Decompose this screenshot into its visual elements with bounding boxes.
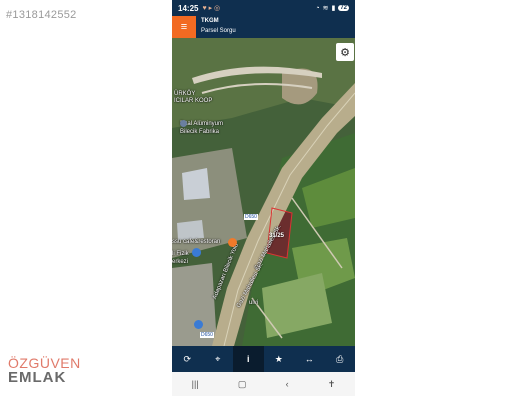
watermark-line2: EMLAK: [8, 369, 67, 386]
toolbar-info-button[interactable]: i: [233, 346, 264, 372]
app-title: TKGM: [201, 18, 219, 24]
refresh-icon: ⟳: [183, 353, 192, 364]
satellite-map[interactable]: ⚙ ÜRKÖY ICILAR KOOP Dzal Alüminyum Bilec…: [172, 38, 355, 346]
listing-id: #1318142552: [6, 9, 77, 21]
poi-pin-icon[interactable]: [194, 320, 203, 329]
restaurant-pin-icon[interactable]: [228, 238, 237, 247]
phone-screen: 14:25 ♥ ▸ ◎ ◔ ≋ ▮ 72 ≡ TKGM Parsel Sorgu: [172, 0, 355, 396]
factory-pin-icon[interactable]: [180, 120, 187, 127]
map-label-cafe: ssu cafe&restoran: [172, 239, 221, 245]
app-subtitle: Parsel Sorgu: [201, 28, 236, 34]
android-nav-bar: ||| ▢ ‹ ✝: [172, 372, 355, 396]
back-icon[interactable]: ‹: [286, 379, 289, 389]
status-time: 14:25: [178, 3, 199, 13]
alarm-icon: ◔: [315, 4, 320, 12]
road-shield-d650-south: D650: [200, 332, 214, 338]
toolbar-measure-button[interactable]: ↔: [294, 346, 325, 372]
locate-icon: ⌖: [215, 353, 221, 364]
menu-button[interactable]: ≡: [172, 16, 196, 38]
map-label-fizik-2: erkezi: [172, 259, 189, 265]
map-toolbar: ⟳ ⌖ i ★ ↔ ⎙: [172, 346, 355, 372]
app-bar: ≡ TKGM Parsel Sorgu: [172, 16, 355, 38]
toolbar-print-button[interactable]: ⎙: [325, 346, 356, 372]
print-icon: ⎙: [336, 353, 344, 364]
gear-icon: ⚙: [340, 46, 350, 59]
map-label-fizik-1: li Fizik: [172, 251, 189, 257]
home-icon[interactable]: ▢: [238, 379, 247, 390]
battery-level: 72: [338, 5, 349, 11]
instagram-icon: ◎: [214, 5, 221, 12]
road-shield-d650: D650: [244, 214, 258, 220]
watermark-line1: ÖZGÜVEN: [8, 355, 81, 371]
toolbar-locate-button[interactable]: ⌖: [203, 346, 234, 372]
system-icons: ◔ ≋ ▮ 72: [315, 4, 349, 12]
map-label-koop-1: ÜRKÖY: [174, 91, 196, 97]
watermark-logo: ÖZGÜVEN EMLAK: [8, 356, 81, 385]
wifi-icon: ≋: [322, 5, 329, 12]
measure-icon: ↔: [304, 354, 314, 364]
heart-icon: ♥: [202, 5, 207, 12]
map-label-ulvi: ulvi: [249, 300, 259, 306]
map-settings-button[interactable]: ⚙: [336, 43, 354, 61]
star-icon: ★: [274, 353, 283, 364]
toolbar-refresh-button[interactable]: ⟳: [172, 346, 203, 372]
map-imagery: [172, 38, 355, 346]
recent-apps-icon[interactable]: |||: [192, 379, 199, 389]
location-icon: ▸: [208, 5, 213, 12]
accessibility-icon[interactable]: ✝: [328, 379, 336, 390]
health-pin-icon[interactable]: [192, 248, 201, 257]
status-bar: 14:25 ♥ ▸ ◎ ◔ ≋ ▮ 72: [172, 0, 355, 16]
hamburger-icon: ≡: [180, 21, 188, 33]
map-label-factory-2: Bilecik Fabrika: [180, 129, 220, 135]
parcel-number-label[interactable]: 31/25: [269, 233, 284, 239]
toolbar-favorite-button[interactable]: ★: [264, 346, 295, 372]
map-label-koop-2: ICILAR KOOP: [174, 98, 213, 104]
notification-icons: ♥ ▸ ◎: [202, 4, 220, 12]
info-icon: i: [246, 354, 250, 364]
signal-icon: ▮: [331, 5, 336, 12]
